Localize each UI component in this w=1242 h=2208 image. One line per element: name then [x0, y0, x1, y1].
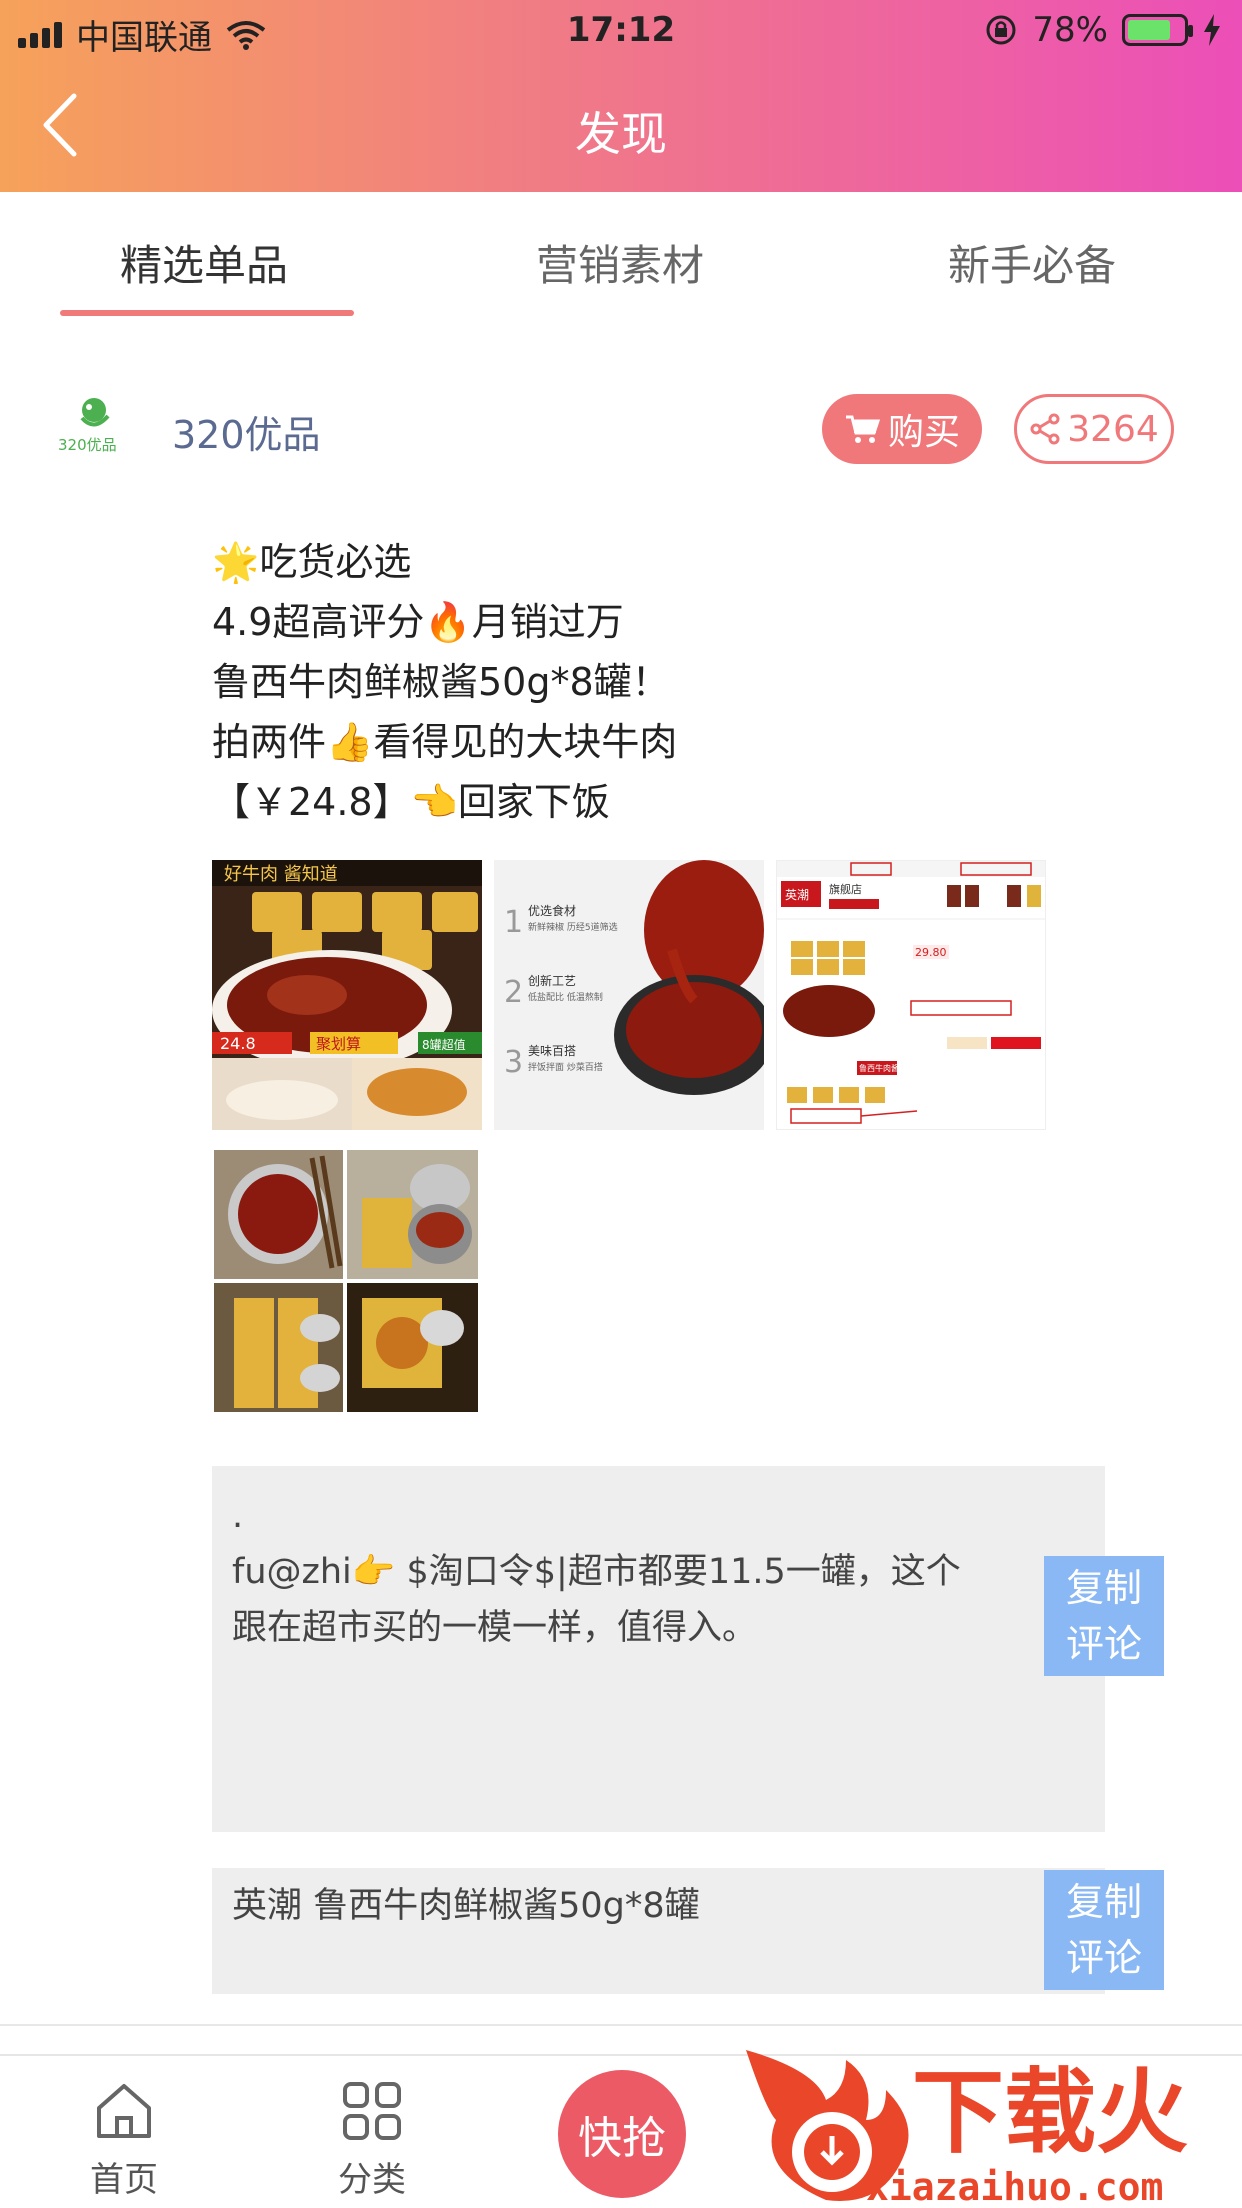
copy-label: 复制	[1065, 1880, 1142, 1924]
post-line: 鲁西牛肉鲜椒酱50g*8罐！	[212, 660, 670, 704]
product-image-2[interactable]: 1 优选食材 新鲜辣椒 历经5道筛选 2 创新工艺 低盐配比 低温熬制 3 美味…	[494, 860, 764, 1130]
comment-box: 英潮 鲁西牛肉鲜椒酱50g*8罐	[212, 1868, 1105, 1994]
tab-bar: 精选单品 营销素材 新手必备	[0, 192, 1242, 322]
page-title: 发现	[575, 107, 667, 161]
store-name[interactable]: 320优品	[172, 404, 321, 459]
flash-sale-label: 快抢	[578, 2113, 666, 2164]
share-icon	[1030, 413, 1060, 445]
nav-category[interactable]: 分类	[312, 2078, 432, 2201]
active-tab-indicator	[60, 310, 354, 316]
battery-percent: 78%	[1032, 10, 1108, 50]
comment-body: 英潮 鲁西牛肉鲜椒酱50g*8罐	[232, 1886, 700, 1926]
img3-store: 旗舰店	[829, 882, 862, 896]
img2-sub-2: 低盐配比 低温熬制	[528, 991, 603, 1003]
product-photo: 好牛肉 酱知道 24.8 聚划算 8罐超值	[212, 860, 482, 1130]
store-logo-text: 320优品	[58, 436, 117, 454]
grid-icon	[343, 2082, 401, 2140]
product-image-4[interactable]	[212, 1148, 480, 1414]
img2-num-2: 2	[504, 975, 523, 1010]
product-image-1[interactable]: 好牛肉 酱知道 24.8 聚划算 8罐超值	[212, 860, 482, 1130]
comment-dot: .	[232, 1496, 244, 1536]
copy-label: 复制	[1065, 1566, 1142, 1610]
post-line: 🌟吃货必选	[212, 540, 412, 584]
post-line: 4.9超高评分🔥月销过万	[212, 600, 624, 644]
share-count: 3264	[1067, 408, 1159, 450]
store-logo[interactable]: 320优品	[58, 394, 132, 454]
comment-body: fu@zhi👉 $淘口令$|超市都要11.5一罐，这个跟在超市买的一模一样，值得…	[232, 1552, 961, 1648]
header: 中国联通 17:12 78% 发现	[0, 0, 1242, 192]
product-screenshot: 英潮 旗舰店 鲁西牛肉酱 29.80	[777, 861, 1045, 1129]
comment-label: 评论	[1065, 1622, 1142, 1666]
home-icon	[97, 2084, 151, 2138]
copy-comment-button[interactable]: 复制 评论	[1044, 1556, 1164, 1676]
img2-title-1: 优选食材	[528, 903, 576, 918]
post-text: 🌟吃货必选 4.9超高评分🔥月销过万 鲁西牛肉鲜椒酱50g*8罐！ 拍两件👍看得…	[212, 532, 1112, 832]
comment-box: . fu@zhi👉 $淘口令$|超市都要11.5一罐，这个跟在超市买的一模一样，…	[212, 1466, 1105, 1832]
nav-category-label: 分类	[338, 2160, 406, 2200]
post-line: 【￥24.8】👈回家下饭	[212, 780, 610, 824]
watermark-logo: 下载火 xiazaihuo.com	[746, 2050, 1188, 2208]
nav-home-label: 首页	[90, 2160, 158, 2200]
img1-promo: 聚划算	[316, 1035, 361, 1053]
tab-beginner-guide[interactable]: 新手必备	[948, 232, 1116, 293]
buy-label: 购买	[887, 412, 960, 453]
divider	[0, 2024, 1242, 2026]
img2-title-2: 创新工艺	[528, 973, 576, 988]
comment-label: 评论	[1065, 1936, 1142, 1980]
flash-sale-button[interactable]: 快抢	[558, 2070, 686, 2198]
tab-marketing-materials[interactable]: 营销素材	[536, 232, 704, 293]
img3-tag: 鲁西牛肉酱	[859, 1063, 899, 1073]
img1-price: 24.8	[220, 1034, 256, 1053]
nav-bar: 发现	[0, 62, 1242, 192]
img2-num-3: 3	[504, 1045, 523, 1080]
img2-title-3: 美味百搭	[528, 1044, 576, 1058]
img2-sub-3: 拌饭拌面 炒菜百搭	[528, 1061, 603, 1073]
tab-selected-items[interactable]: 精选单品	[120, 232, 288, 293]
buy-button[interactable]: 购买	[822, 394, 982, 464]
battery-icon	[1122, 14, 1193, 46]
img2-sub-1: 新鲜辣椒 历经5道筛选	[528, 921, 618, 933]
img1-badge: 8罐超值	[422, 1037, 466, 1052]
share-button[interactable]: 3264	[1014, 394, 1174, 464]
img3-brand: 英潮	[785, 887, 809, 902]
store-row: 320优品 320优品 购买 3264	[0, 380, 1242, 480]
charging-icon	[1204, 14, 1220, 46]
product-photo: 1 优选食材 新鲜辣椒 历经5道筛选 2 创新工艺 低盐配比 低温熬制 3 美味…	[494, 860, 764, 1130]
nav-home[interactable]: 首页	[64, 2078, 184, 2201]
product-image-3[interactable]: 英潮 旗舰店 鲁西牛肉酱 29.80	[776, 860, 1046, 1130]
watermark-url: xiazaihuo.com	[866, 2165, 1163, 2208]
img2-num-1: 1	[504, 905, 523, 940]
watermark-brand: 下载火	[912, 2059, 1188, 2166]
post-line: 拍两件👍看得见的大块牛肉	[212, 720, 678, 764]
copy-comment-button[interactable]: 复制 评论	[1044, 1870, 1164, 1990]
img1-top-text: 好牛肉 酱知道	[224, 864, 338, 885]
status-bar: 中国联通 17:12 78%	[0, 0, 1242, 62]
img3-price: 29.80	[915, 946, 947, 959]
product-photo-collage	[212, 1148, 480, 1414]
rotation-lock-icon	[986, 15, 1016, 45]
discover-page: 中国联通 17:12 78% 发现 精选单品 营销素材 新手必备 320优品 3…	[0, 0, 1242, 2208]
comment-text: . fu@zhi👉 $淘口令$|超市都要11.5一罐，这个跟在超市买的一模一样，…	[232, 1488, 995, 1656]
cart-icon	[845, 415, 880, 443]
